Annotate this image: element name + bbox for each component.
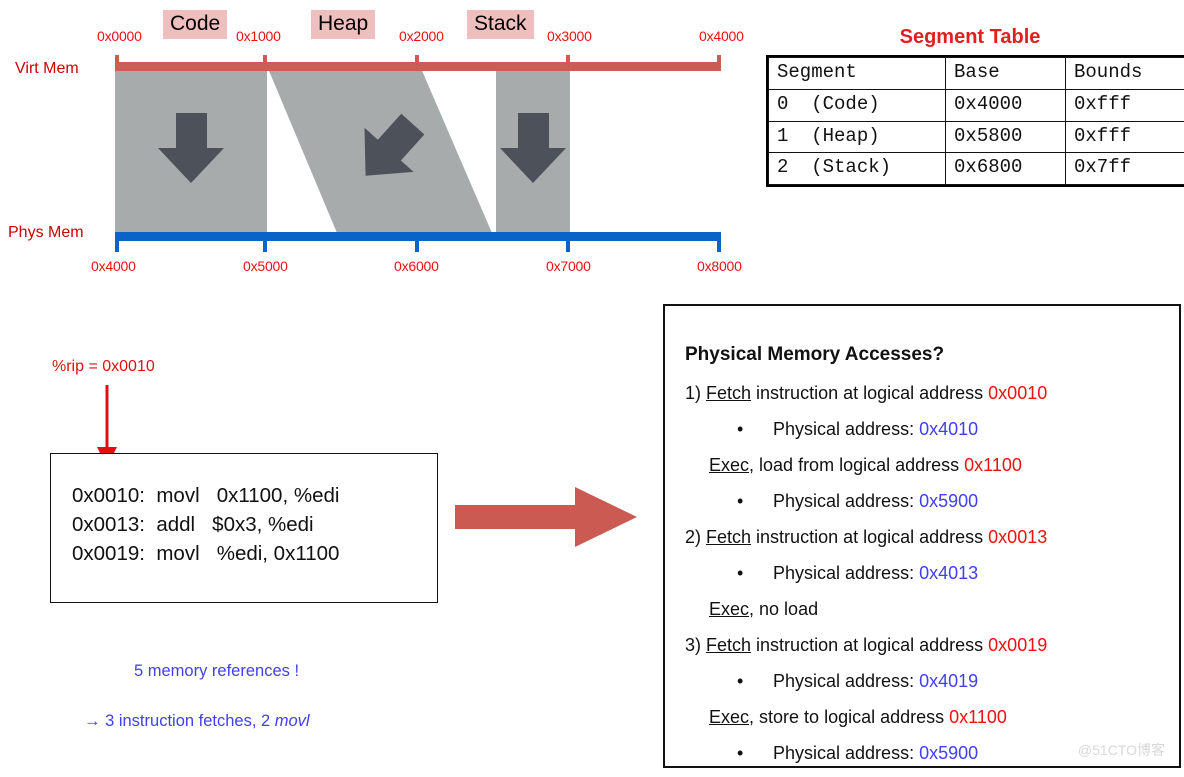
fetch-breakdown-note: → 3 instruction fetches, 2 movl (84, 712, 310, 731)
watermark: @51CTO博客 (1077, 742, 1165, 758)
phys-addr-0x6000: 0x6000 (394, 258, 439, 274)
access-verb-7: Exec (709, 599, 750, 619)
access-text-2: Physical address: (773, 419, 920, 439)
cell-base-0: 0x4000 (945, 88, 1066, 122)
phys-addr-0x7000: 0x7000 (546, 258, 591, 274)
access-text-3: , load from logical address (749, 455, 965, 475)
phys-addr-0x8000: 0x8000 (697, 258, 742, 274)
access-line-5: 2) Fetch instruction at logical address … (685, 528, 1047, 546)
access-addr-2: 0x4010 (919, 419, 979, 439)
bullet-icon: • (737, 671, 744, 691)
access-line-10: Exec, store to logical address 0x1100 (709, 708, 1007, 726)
cell-bounds-2: 0x7ff (1065, 152, 1184, 185)
cell-segment-1: 1 (Heap) (767, 120, 947, 154)
physical-memory-accesses-panel: Physical Memory Accesses? 1) Fetch instr… (663, 304, 1181, 768)
phys-addr-0x4000: 0x4000 (91, 258, 136, 274)
header-segment: Segment (767, 57, 947, 90)
access-text-7: , no load (749, 599, 819, 619)
access-line-11: • Physical address: 0x5900 (737, 744, 978, 762)
phys-tick-3 (566, 236, 570, 252)
access-addr-5: 0x0013 (988, 527, 1048, 547)
access-text-9: Physical address: (773, 671, 920, 691)
access-text-4: Physical address: (773, 491, 920, 511)
access-num-8: 3) (685, 635, 707, 655)
phys-tick-4 (717, 236, 721, 252)
header-bounds: Bounds (1065, 57, 1184, 90)
fetch-breakdown-italic: movl (274, 712, 310, 730)
access-text-6: Physical address: (773, 563, 920, 583)
table-row: 2 (Stack) 0x6800 0x7ff (767, 152, 1184, 185)
access-text-8: instruction at logical address (751, 635, 989, 655)
access-addr-10: 0x1100 (949, 707, 1007, 727)
table-row: 1 (Heap) 0x5800 0xfff (767, 120, 1184, 154)
bullet-icon: • (737, 563, 744, 583)
segment-table-panel: Segment Table Segment Base Bounds 0 (Cod… (758, 26, 1184, 192)
access-verb-3: Exec (709, 455, 750, 475)
access-text-11: Physical address: (773, 743, 920, 763)
access-line-7: Exec, no load (709, 600, 818, 618)
segment-table-title: Segment Table (899, 26, 1041, 48)
bullet-icon: • (737, 419, 744, 439)
access-num-1: 1) (685, 383, 707, 403)
segment-table: Segment Base Bounds 0 (Code) 0x4000 0xff… (767, 57, 1184, 185)
access-text-10: , store to logical address (749, 707, 950, 727)
phys-tick-2 (415, 236, 419, 252)
phys-addr-0x5000: 0x5000 (243, 258, 288, 274)
virt-mem-axis (115, 55, 721, 75)
fetch-breakdown-prefix: → 3 instruction fetches, 2 (84, 712, 275, 730)
flow-right-arrow (455, 487, 637, 547)
access-line-9: • Physical address: 0x4019 (737, 672, 978, 690)
access-text-1: instruction at logical address (751, 383, 989, 403)
cell-segment-0: 0 (Code) (767, 88, 947, 122)
access-num-5: 2) (685, 527, 707, 547)
access-line-8: 3) Fetch instruction at logical address … (685, 636, 1047, 654)
memory-mapping-diagram: Code Heap Stack 0x0000 0x1000 0x2000 0x3… (0, 0, 760, 290)
bullet-icon: • (737, 491, 744, 511)
phys-tick-1 (263, 236, 267, 252)
segment-table-border: Segment Base Bounds 0 (Code) 0x4000 0xff… (766, 55, 1184, 187)
access-line-1: 1) Fetch instruction at logical address … (685, 384, 1047, 402)
cell-bounds-0: 0xfff (1065, 88, 1184, 122)
table-header-row: Segment Base Bounds (767, 57, 1184, 90)
access-verb-8: Fetch (706, 635, 752, 655)
access-addr-1: 0x0010 (988, 383, 1048, 403)
access-addr-6: 0x4013 (919, 563, 979, 583)
access-verb-5: Fetch (706, 527, 752, 547)
access-line-3: Exec, load from logical address 0x1100 (709, 456, 1022, 474)
code-listing-text: 0x0010: movl 0x1100, %edi 0x0013: addl $… (72, 484, 340, 565)
access-addr-4: 0x5900 (919, 491, 979, 511)
access-addr-9: 0x4019 (919, 671, 979, 691)
header-base: Base (945, 57, 1066, 90)
accesses-panel-title: Physical Memory Accesses? (685, 344, 945, 365)
access-verb-1: Fetch (706, 383, 752, 403)
cell-bounds-1: 0xfff (1065, 120, 1184, 154)
cell-base-2: 0x6800 (945, 152, 1066, 185)
phys-tick-0 (115, 236, 119, 252)
access-verb-10: Exec (709, 707, 750, 727)
access-addr-8: 0x0019 (988, 635, 1048, 655)
phys-mem-label: Phys Mem (8, 224, 84, 241)
phys-mem-axis (115, 232, 721, 254)
cell-segment-2: 2 (Stack) (767, 152, 947, 185)
access-text-5: instruction at logical address (751, 527, 989, 547)
access-line-6: • Physical address: 0x4013 (737, 564, 978, 582)
virt-mem-bar (115, 62, 721, 71)
access-line-2: • Physical address: 0x4010 (737, 420, 978, 438)
cell-base-1: 0x5800 (945, 120, 1066, 154)
rip-label: %rip = 0x0010 (52, 358, 155, 375)
memory-references-note: 5 memory references ! (134, 662, 300, 680)
access-addr-3: 0x1100 (964, 455, 1022, 475)
access-line-4: • Physical address: 0x5900 (737, 492, 978, 510)
access-addr-11: 0x5900 (919, 743, 979, 763)
table-row: 0 (Code) 0x4000 0xfff (767, 88, 1184, 122)
bullet-icon: • (737, 743, 744, 763)
